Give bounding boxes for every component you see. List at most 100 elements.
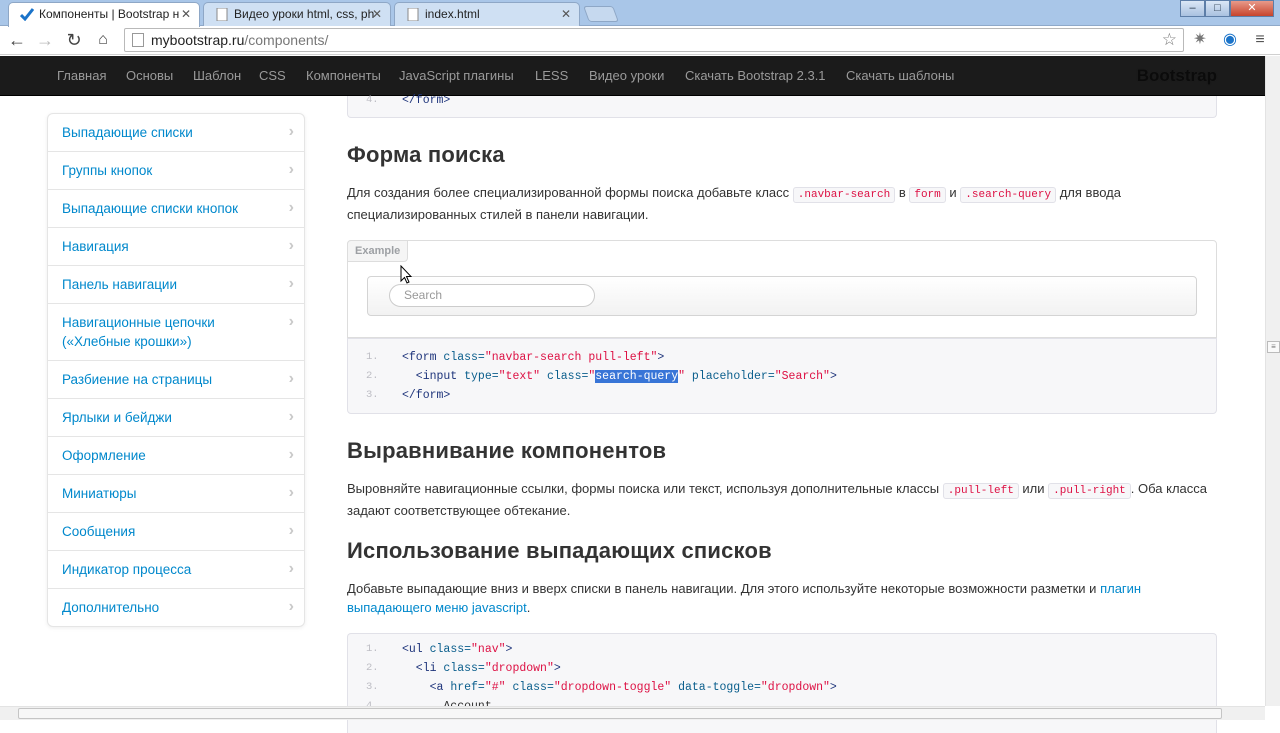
line-number: 4.	[366, 94, 379, 106]
chevron-right-icon: ›	[288, 598, 294, 615]
code-text: <ul class="nav">	[402, 643, 513, 656]
code-text: <li class="dropdown">	[402, 662, 561, 675]
text-selection: search-query	[595, 370, 679, 383]
code-line: 4. </form>	[348, 91, 1216, 110]
sidebar-item-labels-badges[interactable]: Ярлыки и бейджи ›	[48, 398, 304, 436]
line-number: 2.	[366, 662, 379, 674]
sidebar-item-breadcrumbs[interactable]: Навигационные цепочки («Хлебные крошки»)…	[48, 303, 304, 360]
line-number: 1.	[366, 643, 379, 655]
sidebar-item-label: Выпадающие списки кнопок	[62, 201, 239, 216]
code-text: </form>	[402, 94, 451, 107]
sidebar-item-label: Дополнительно	[62, 600, 160, 615]
chevron-right-icon: ›	[288, 161, 294, 178]
sidebar-item-navs[interactable]: Навигация ›	[48, 227, 304, 265]
chevron-right-icon: ›	[288, 484, 294, 501]
tab-close-icon[interactable]: ✕	[181, 3, 191, 25]
sidebar-item-label: Миниатюры	[62, 486, 137, 501]
text: .	[526, 600, 531, 615]
nav-link-template[interactable]: Шаблон	[193, 56, 241, 96]
main-content: 4. </form> Форма поиска Для создания боле…	[347, 94, 1217, 733]
nav-link-download[interactable]: Скачать Bootstrap 2.3.1	[685, 56, 826, 96]
scrollbar-thumb[interactable]	[18, 708, 1222, 719]
nav-link-basics[interactable]: Основы	[126, 56, 173, 96]
code-line: 2. <input type="text" class="search-quer…	[348, 367, 1216, 386]
close-window-icon[interactable]: ✕	[1230, 0, 1274, 17]
chevron-right-icon: ›	[288, 123, 294, 140]
section-heading: Выравнивание компонентов	[347, 438, 667, 463]
chevron-right-icon: ›	[288, 408, 294, 425]
example-label: Example	[347, 240, 409, 262]
section-heading: Использование выпадающих списков	[347, 538, 772, 563]
brand-logo[interactable]: Bootstrap	[1137, 56, 1217, 96]
new-tab-button[interactable]	[583, 6, 619, 22]
sidebar-item-dropdowns[interactable]: Выпадающие списки ›	[48, 114, 304, 151]
line-number: 2.	[366, 370, 379, 382]
nav-link-video[interactable]: Видео уроки	[589, 56, 664, 96]
star-icon[interactable]: ☆	[1162, 29, 1177, 51]
tab-video-lessons[interactable]: Видео уроки html, css, ph ✕	[203, 2, 391, 26]
tab-components[interactable]: Компоненты | Bootstrap н ✕	[8, 2, 200, 27]
sidebar-item-alerts[interactable]: Сообщения ›	[48, 512, 304, 550]
tab-title: Компоненты | Bootstrap н	[39, 7, 180, 21]
maximize-icon[interactable]: □	[1205, 0, 1230, 17]
menu-icon[interactable]: ≡	[1250, 30, 1270, 50]
sidebar-item-pagination[interactable]: Разбиение на страницы ›	[48, 360, 304, 398]
paragraph: Выровняйте навигационные ссылки, формы п…	[347, 479, 1217, 520]
chevron-right-icon: ›	[288, 275, 294, 292]
code-text: <a href="#" class="dropdown-toggle" data…	[402, 681, 837, 694]
vertical-scrollbar[interactable]: ≡	[1265, 56, 1280, 706]
nav-link-components[interactable]: Компоненты	[306, 56, 381, 96]
code-line: 2. <li class="dropdown">	[348, 659, 1216, 678]
url-host: mybootstrap.ru	[151, 32, 245, 48]
code-block: 1. <form class="navbar-search pull-left">…	[347, 338, 1217, 414]
tab-close-icon[interactable]: ✕	[561, 3, 571, 25]
code-text: </form>	[402, 389, 451, 402]
sidebar-item-navbar[interactable]: Панель навигации ›	[48, 265, 304, 303]
back-arrow-icon[interactable]: ←	[6, 29, 28, 51]
sidebar-nav: Выпадающие списки › Группы кнопок › Выпада…	[47, 113, 305, 627]
nav-link-less[interactable]: LESS	[535, 56, 568, 96]
url-path: /components/	[244, 32, 329, 48]
page-favicon-icon	[216, 8, 228, 21]
extension-icon[interactable]: ◉	[1220, 30, 1240, 50]
inline-code: .search-query	[960, 187, 1057, 203]
home-icon[interactable]: ⌂	[92, 29, 114, 51]
text: в	[898, 185, 906, 200]
address-bar[interactable]: mybootstrap.ru/components/ ☆	[124, 28, 1184, 52]
sidebar-item-typography[interactable]: Оформление ›	[48, 436, 304, 474]
browser-toolbar: ← → ↻ ⌂ mybootstrap.ru/components/ ☆ ✷ ◉…	[0, 26, 1280, 55]
search-input[interactable]: Search	[389, 284, 595, 307]
sidebar-item-label: Выпадающие списки	[62, 125, 193, 140]
scrollbar-thumb[interactable]: ≡	[1267, 341, 1280, 353]
code-line: 1. <form class="navbar-search pull-left">	[348, 348, 1216, 367]
chevron-right-icon: ›	[288, 560, 294, 577]
browser-tab-strip: Компоненты | Bootstrap н ✕ Видео уроки h…	[0, 0, 1280, 27]
reload-icon[interactable]: ↻	[63, 29, 85, 51]
sidebar-item-progress[interactable]: Индикатор процесса ›	[48, 550, 304, 588]
sidebar-item-label: Ярлыки и бейджи	[62, 410, 172, 425]
nav-link-css[interactable]: CSS	[259, 56, 286, 96]
extension-icon[interactable]: ✷	[1190, 30, 1210, 50]
sidebar-item-thumbnails[interactable]: Миниатюры ›	[48, 474, 304, 512]
checkmark-favicon-icon	[20, 8, 34, 21]
code-line: 3. <a href="#" class="dropdown-toggle" d…	[348, 678, 1216, 697]
tab-close-icon[interactable]: ✕	[372, 3, 382, 25]
nav-link-templates[interactable]: Скачать шаблоны	[846, 56, 954, 96]
horizontal-scrollbar[interactable]	[0, 706, 1265, 720]
tab-index-html[interactable]: index.html ✕	[394, 2, 580, 26]
sidebar-item-label: Панель навигации	[62, 277, 178, 292]
nav-link-home[interactable]: Главная	[57, 56, 106, 96]
forward-arrow-icon[interactable]: →	[34, 29, 56, 51]
code-text: <input type="text" class="search-query" …	[402, 370, 837, 383]
minimize-icon[interactable]: –	[1180, 0, 1205, 17]
window-controls: – □ ✕	[1180, 0, 1274, 18]
tab-title: index.html	[425, 7, 480, 21]
inline-code: .pull-left	[942, 483, 1019, 499]
site-navbar: Главная Основы Шаблон CSS Компоненты Jav…	[0, 56, 1265, 96]
sidebar-item-misc[interactable]: Дополнительно ›	[48, 588, 304, 626]
sidebar-item-button-groups[interactable]: Группы кнопок ›	[48, 151, 304, 189]
sidebar-item-button-dropdowns[interactable]: Выпадающие списки кнопок ›	[48, 189, 304, 227]
line-number: 3.	[366, 389, 379, 401]
nav-link-js-plugins[interactable]: JavaScript плагины	[399, 56, 514, 96]
code-block: 4. </form>	[347, 94, 1217, 118]
